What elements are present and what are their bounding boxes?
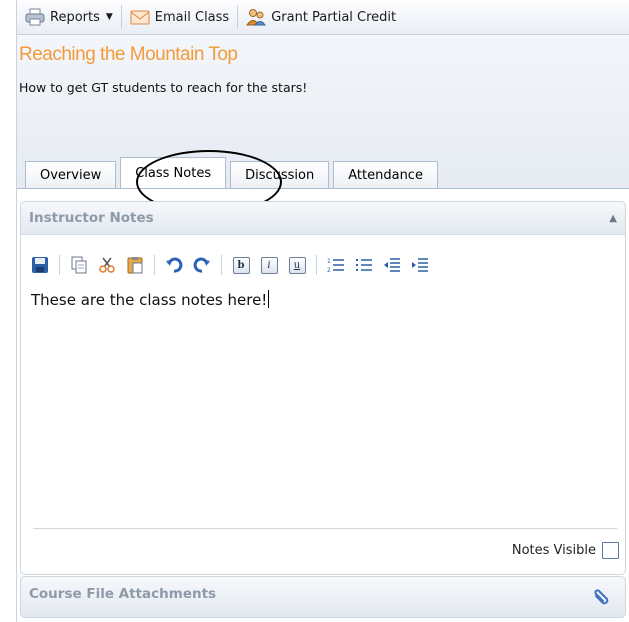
chevron-down-icon: ▼ — [105, 12, 113, 22]
course-file-attachments-panel: Course File Attachments — [20, 576, 626, 618]
email-class-button[interactable]: Email Class — [122, 4, 237, 30]
outdent-icon[interactable] — [381, 254, 403, 276]
italic-letter: i — [260, 256, 278, 274]
notes-text: These are the class notes here! — [31, 291, 268, 309]
reports-button[interactable]: Reports ▼ — [17, 4, 121, 30]
italic-icon[interactable]: i — [258, 254, 280, 276]
indent-icon[interactable] — [409, 254, 431, 276]
course-description: How to get GT students to reach for the … — [19, 80, 308, 95]
cut-icon[interactable] — [96, 254, 118, 276]
instructor-notes-title: Instructor Notes — [29, 210, 154, 226]
editor-separator — [154, 255, 155, 275]
undo-icon[interactable] — [163, 254, 185, 276]
paste-icon[interactable] — [124, 254, 146, 276]
toolbar: Reports ▼ Email Class Grant Partial Cred… — [17, 0, 629, 35]
editor-separator — [221, 255, 222, 275]
instructor-notes-panel: Instructor Notes ▲ b i u 1 2 These are t… — [20, 201, 626, 575]
svg-text:2: 2 — [327, 267, 331, 274]
course-title: Reaching the Mountain Top — [19, 44, 238, 65]
save-icon[interactable] — [29, 254, 51, 276]
course-file-attachments-title: Course File Attachments — [29, 586, 217, 602]
editor-separator — [59, 255, 60, 275]
tab-bar: Overview Class Notes Discussion Attendan… — [25, 157, 442, 188]
collapse-icon[interactable]: ▲ — [609, 213, 617, 224]
printer-icon — [25, 8, 45, 26]
users-icon — [246, 8, 267, 26]
notes-visible-checkbox[interactable] — [602, 542, 619, 559]
tab-attendance[interactable]: Attendance — [333, 161, 438, 188]
class-detail-pane: Reports ▼ Email Class Grant Partial Cred… — [16, 0, 629, 622]
svg-text:1: 1 — [327, 258, 331, 265]
bold-icon[interactable]: b — [230, 254, 252, 276]
copy-icon[interactable] — [68, 254, 90, 276]
grant-partial-credit-button[interactable]: Grant Partial Credit — [238, 4, 404, 30]
numbered-list-icon[interactable]: 12 — [325, 254, 347, 276]
envelope-icon — [130, 8, 150, 26]
redo-icon[interactable] — [191, 254, 213, 276]
notes-visible-row: Notes Visible — [512, 542, 619, 559]
bold-letter: b — [232, 256, 250, 274]
editor-separator — [316, 255, 317, 275]
tab-class-notes[interactable]: Class Notes — [120, 157, 227, 188]
bullet-list-icon[interactable] — [353, 254, 375, 276]
email-class-label: Email Class — [154, 9, 230, 25]
notes-divider — [33, 528, 617, 529]
underline-letter: u — [288, 256, 306, 274]
notes-editor[interactable]: These are the class notes here! — [31, 290, 611, 510]
tab-discussion[interactable]: Discussion — [230, 161, 330, 188]
tab-underline — [17, 188, 629, 189]
editor-toolbar: b i u 12 — [29, 250, 437, 280]
grant-partial-credit-label: Grant Partial Credit — [271, 9, 397, 25]
notes-visible-label: Notes Visible — [511, 543, 596, 558]
underline-icon[interactable]: u — [286, 254, 308, 276]
reports-label: Reports — [50, 9, 100, 25]
text-cursor — [268, 290, 270, 308]
tab-overview[interactable]: Overview — [25, 161, 117, 188]
instructor-notes-header: Instructor Notes ▲ — [21, 202, 625, 235]
paperclip-icon[interactable] — [591, 587, 611, 607]
